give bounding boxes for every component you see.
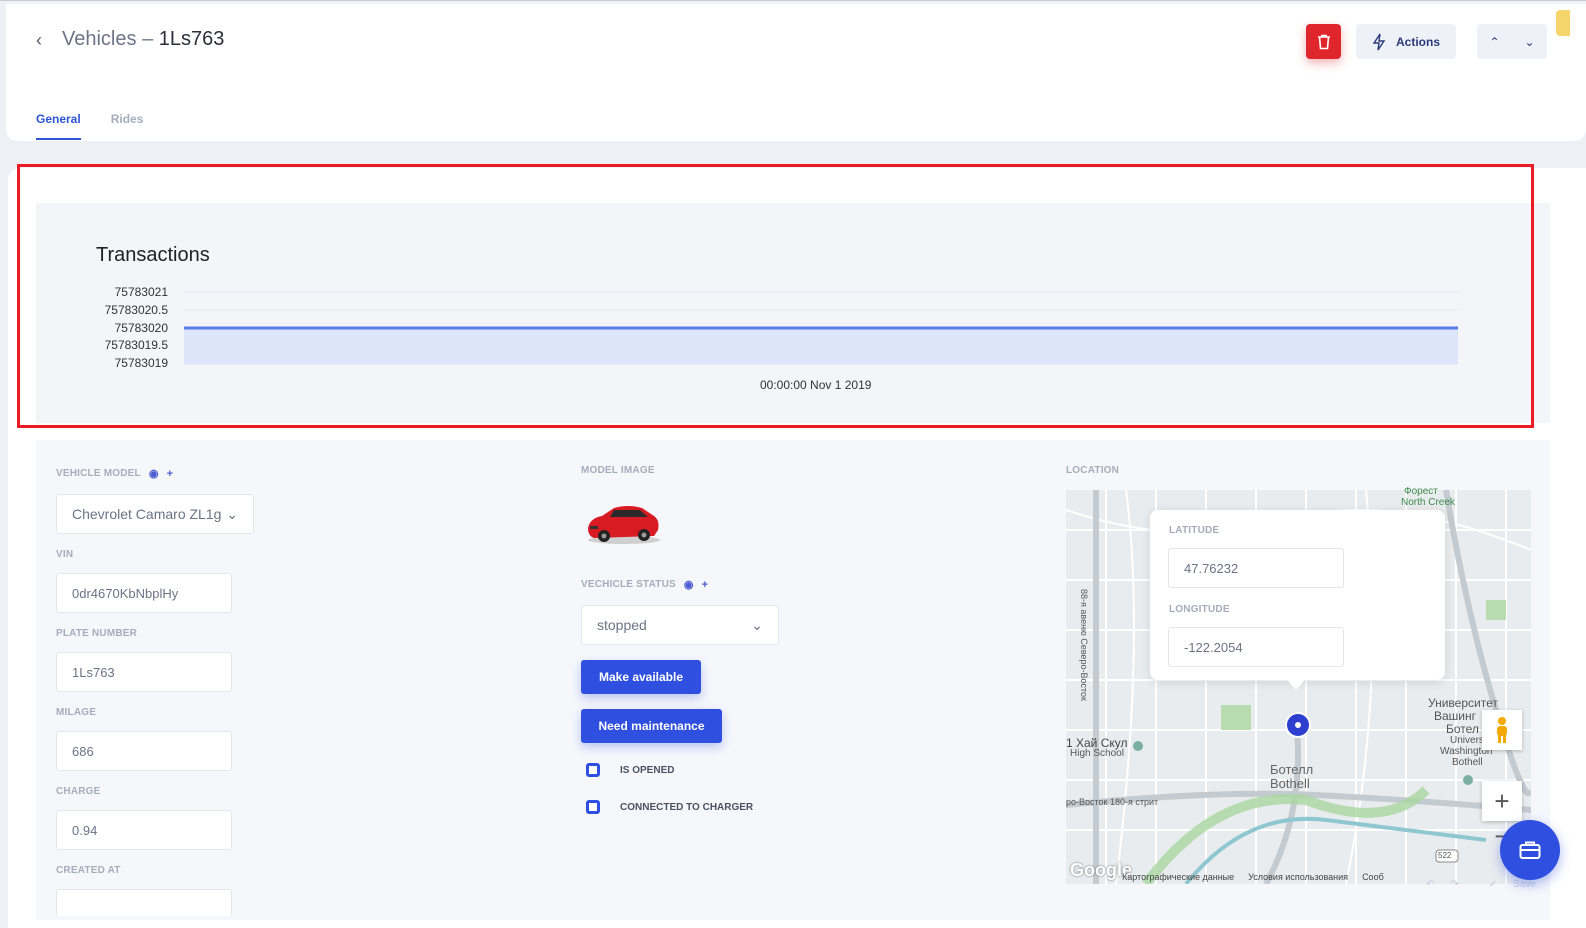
map-label-street: ро-Восток 180-я стрит (1066, 797, 1159, 807)
vehicle-id: 1Ls763 (158, 28, 225, 50)
x-tick-label: 00:00:00 Nov 1 2019 (760, 378, 872, 392)
y-tick-label: 75783021 (114, 285, 168, 299)
actions-button[interactable]: Actions (1356, 24, 1456, 59)
map-label-bothell: Bothell (1270, 776, 1310, 791)
tab-rides[interactable]: Rides (111, 112, 144, 140)
zoom-in-button[interactable]: + (1482, 781, 1522, 821)
series-area (184, 328, 1458, 364)
lightning-icon (1372, 33, 1386, 50)
is-opened-checkbox[interactable] (586, 763, 600, 777)
map-label-road: 88-я авеню Северо-Восток (1078, 589, 1089, 701)
location-label: LOCATION (1066, 465, 1120, 476)
coordinates-popup: LATITUDE 47.76232 LONGITUDE -122.2054 (1150, 510, 1445, 680)
map-terms-link[interactable]: Условия использования (1248, 872, 1348, 882)
map-report-link[interactable]: Сооб (1362, 872, 1384, 882)
breadcrumb-vehicles[interactable]: Vehicles (62, 28, 137, 50)
y-tick-label: 75783020 (114, 321, 168, 335)
undo-icon[interactable]: ↶ (1426, 879, 1434, 890)
vin-field[interactable]: 0dr4670KbNbplHy (56, 573, 232, 613)
map-label-north-creek: Форест (1404, 486, 1438, 497)
connected-to-charger-checkbox[interactable] (586, 800, 600, 814)
is-opened-label: IS OPENED (620, 765, 675, 776)
chevron-down-icon: ⌄ (751, 616, 763, 633)
map-route-shield: 522 (1438, 851, 1452, 860)
transactions-chart (184, 291, 1458, 365)
pegman-icon[interactable] (1482, 710, 1522, 750)
vehicle-model-value: Chevrolet Camaro ZL1g (72, 506, 222, 522)
map-label-north-creek: North Creek (1401, 497, 1455, 508)
model-image-label: MODEL IMAGE (581, 465, 655, 476)
tab-bar: General Rides (36, 112, 143, 140)
need-maintenance-button[interactable]: Need maintenance (581, 709, 722, 743)
plate-number-field[interactable]: 1Ls763 (56, 652, 232, 692)
map-data-link[interactable]: Картографические данные (1122, 872, 1234, 882)
vehicle-model-label: VEHICLE MODEL ◉ + (56, 467, 174, 481)
title-separator: – (142, 28, 154, 50)
car-image (588, 506, 660, 544)
latitude-label: LATITUDE (1169, 525, 1220, 536)
back-chevron-icon[interactable]: ‹ (36, 30, 42, 51)
connected-to-charger-label: CONNECTED TO CHARGER (620, 802, 754, 813)
longitude-label: LONGITUDE (1169, 604, 1230, 615)
save-label[interactable]: Save (1513, 879, 1536, 890)
record-navigation: ⌃ ⌄ (1477, 24, 1547, 59)
side-badge[interactable] (1556, 10, 1570, 36)
created-at-field[interactable] (56, 889, 232, 916)
vehicle-status-label: VECHICLE STATUS ◉ + (581, 578, 709, 592)
chevron-down-icon[interactable]: ⌄ (1524, 35, 1534, 49)
longitude-field[interactable]: -122.2054 (1168, 627, 1344, 667)
vehicle-status-label-text: VECHICLE STATUS (581, 579, 676, 590)
charge-field[interactable]: 0.94 (56, 810, 232, 850)
actions-label: Actions (1396, 34, 1441, 49)
top-divider (0, 0, 1586, 3)
y-tick-label: 75783019.5 (104, 338, 168, 352)
map-label-university: Bothell (1452, 757, 1483, 768)
briefcase-fab-button[interactable] (1500, 820, 1560, 880)
vehicle-model-select[interactable]: Chevrolet Camaro ZL1g ⌄ (56, 494, 254, 534)
map-label-university: Вашинг (1434, 709, 1477, 723)
plus-icon[interactable]: + (702, 579, 709, 591)
y-tick-label: 75783019 (114, 356, 168, 370)
popup-pointer (1286, 678, 1306, 690)
chart-title: Transactions (96, 244, 210, 266)
plus-icon[interactable]: + (167, 468, 174, 480)
y-tick-label: 75783020.5 (104, 303, 168, 317)
vehicle-status-value: stopped (597, 617, 647, 633)
redo-icon[interactable]: ↷ (1450, 879, 1458, 890)
chevron-up-icon[interactable]: ⌃ (1489, 35, 1499, 49)
map-label-school: High School (1070, 748, 1124, 759)
map-label-university: Ботел (1446, 722, 1479, 736)
eye-icon[interactable]: ◉ (684, 578, 694, 591)
map-label-university: Университет (1428, 696, 1498, 710)
briefcase-icon (1519, 841, 1541, 859)
page-title: Vehicles – 1Ls763 (62, 28, 224, 51)
map-label-bothell: Ботелл (1270, 762, 1314, 777)
vehicle-status-select[interactable]: stopped ⌄ (581, 605, 779, 645)
chevron-down-icon: ⌄ (226, 505, 238, 522)
trash-icon (1317, 34, 1330, 49)
plate-number-label: PLATE NUMBER (56, 628, 138, 639)
map-attribution: Картографические данные Условия использо… (1122, 872, 1384, 882)
make-available-button[interactable]: Make available (581, 660, 701, 694)
milage-label: MILAGE (56, 707, 97, 718)
tab-general[interactable]: General (36, 112, 81, 140)
location-pin-icon[interactable] (1285, 712, 1311, 738)
milage-field[interactable]: 686 (56, 731, 232, 771)
delete-button[interactable] (1306, 24, 1341, 59)
check-icon[interactable]: ✓ (1489, 879, 1497, 890)
page-header (6, 4, 1586, 141)
vin-label: VIN (56, 549, 74, 560)
charge-label: CHARGE (56, 786, 101, 797)
vehicle-model-label-text: VEHICLE MODEL (56, 468, 141, 479)
latitude-field[interactable]: 47.76232 (1168, 548, 1344, 588)
street-view-icon (1497, 717, 1507, 743)
eye-icon[interactable]: ◉ (149, 467, 159, 480)
created-at-label: CREATED AT (56, 865, 121, 876)
